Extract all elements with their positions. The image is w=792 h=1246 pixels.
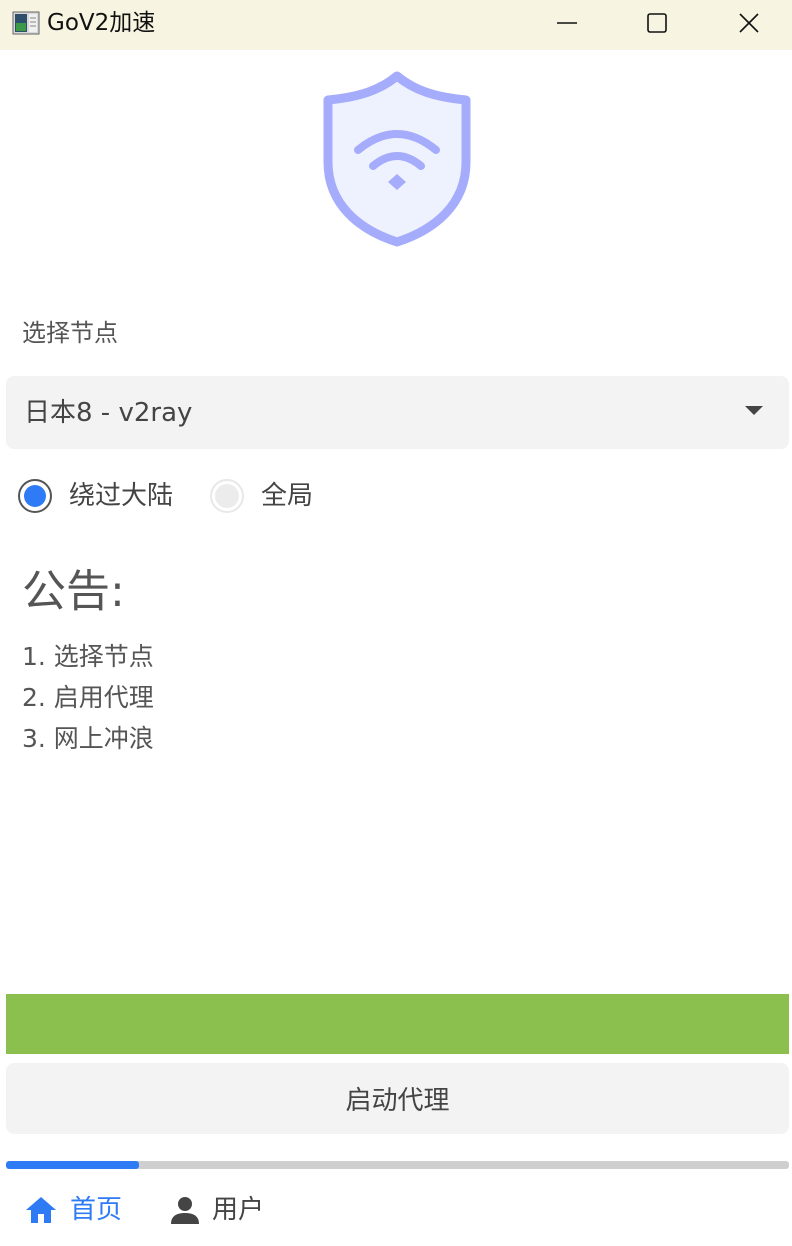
nav-user[interactable]: 用户: [170, 1188, 264, 1232]
nav-home-label: 首页: [70, 1195, 123, 1225]
close-button[interactable]: [703, 0, 792, 46]
minimize-button[interactable]: [521, 0, 613, 46]
window-title: GoV2加速: [47, 10, 156, 36]
maximize-icon: [647, 13, 667, 33]
status-bar: [6, 994, 789, 1054]
notice-item: 2. 启用代理: [22, 683, 154, 712]
shield-wifi-icon: [323, 71, 471, 247]
start-proxy-button[interactable]: 启动代理: [6, 1063, 789, 1134]
progress-fill: [6, 1161, 140, 1169]
notice-list: 1. 选择节点 2. 启用代理 3. 网上冲浪: [22, 636, 154, 759]
notice-item: 1. 选择节点: [22, 642, 154, 671]
user-icon: [171, 1197, 199, 1224]
radio-label-global[interactable]: 全局: [261, 480, 313, 512]
node-dropdown[interactable]: 日本8 - v2ray: [6, 376, 789, 449]
minimize-icon: [557, 22, 577, 24]
proxy-mode-radio-group: 绕过大陆 全局: [0, 474, 792, 518]
app-window: GoV2加速 选择节点 日本8 - v2ray 绕过大陆 全局 公告: 1. 选…: [0, 0, 792, 1246]
nav-home[interactable]: 首页: [24, 1188, 122, 1232]
notice-item: 3. 网上冲浪: [22, 724, 154, 753]
radio-unchecked-icon[interactable]: [210, 479, 244, 513]
radio-checked-icon[interactable]: [18, 479, 52, 513]
radio-global[interactable]: 全局: [210, 474, 313, 518]
home-icon: [26, 1197, 56, 1223]
radio-label-bypass[interactable]: 绕过大陆: [69, 480, 173, 512]
bottom-nav: 首页 用户: [0, 1180, 792, 1240]
title-bar: GoV2加速: [0, 0, 792, 50]
node-dropdown-value: 日本8 - v2ray: [24, 398, 193, 428]
node-select-label: 选择节点: [22, 319, 118, 347]
progress-bar: [6, 1161, 789, 1169]
notice-title: 公告:: [22, 566, 125, 617]
close-icon: [739, 13, 759, 33]
app-icon: [12, 11, 40, 35]
radio-bypass-mainland[interactable]: 绕过大陆: [18, 474, 173, 518]
dropdown-arrow-icon: [745, 406, 763, 415]
maximize-button[interactable]: [611, 0, 703, 46]
nav-user-label: 用户: [212, 1195, 265, 1225]
